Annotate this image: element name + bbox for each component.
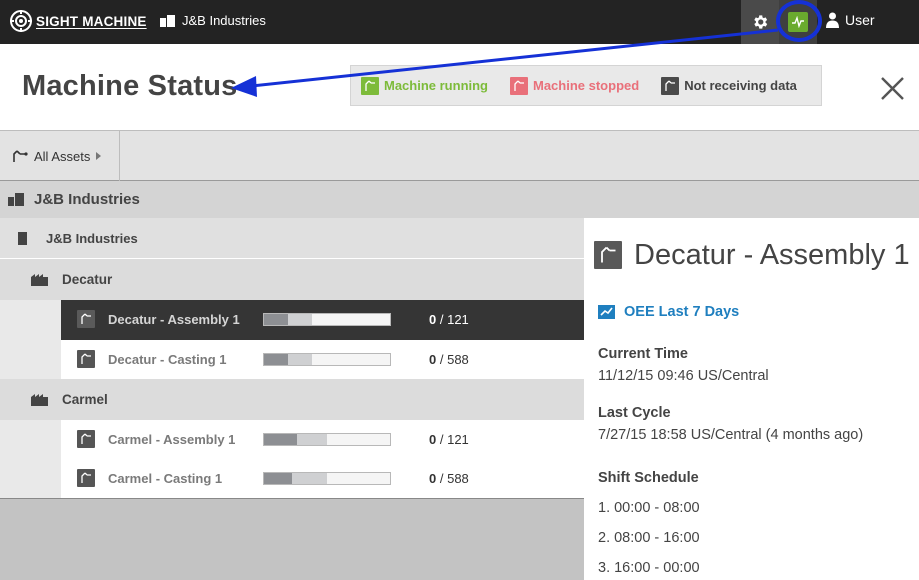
machine-row-carmel-assembly-1[interactable]: Carmel - Assembly 1 0 / 121 bbox=[61, 420, 584, 459]
machine-name: Decatur - Assembly 1 bbox=[108, 312, 240, 327]
machine-row-decatur-casting-1[interactable]: Decatur - Casting 1 0 / 588 bbox=[61, 340, 584, 379]
company-selector[interactable]: J&B Industries bbox=[160, 13, 266, 28]
machine-progress-bar bbox=[263, 433, 391, 446]
tree-enterprise[interactable]: J&B Industries bbox=[0, 181, 919, 218]
machine-count: 0 / 121 bbox=[429, 432, 469, 447]
machine-row-decatur-assembly-1[interactable]: Decatur - Assembly 1 0 / 121 bbox=[61, 300, 584, 340]
no-data-icon bbox=[661, 76, 680, 95]
area-name: Decatur bbox=[62, 272, 113, 287]
machine-name: Carmel - Assembly 1 bbox=[108, 432, 236, 447]
factory-icon bbox=[31, 273, 48, 286]
machine-count: 0 / 588 bbox=[429, 471, 469, 486]
company-name: J&B Industries bbox=[182, 13, 266, 28]
machine-progress-bar bbox=[263, 313, 391, 326]
legend-stopped-label: Machine stopped bbox=[533, 78, 640, 93]
robot-arm-icon bbox=[77, 430, 95, 448]
shift-schedule-label: Shift Schedule bbox=[598, 470, 699, 486]
area-name: Carmel bbox=[62, 392, 108, 407]
close-icon[interactable] bbox=[878, 73, 908, 103]
trend-chart-icon bbox=[598, 305, 615, 319]
count-value: 0 bbox=[429, 312, 437, 327]
progress-bar-dark bbox=[264, 473, 292, 484]
current-time-label: Current Time bbox=[598, 346, 688, 362]
gear-icon bbox=[754, 15, 768, 29]
count-total: / 121 bbox=[439, 312, 469, 327]
user-icon bbox=[826, 12, 839, 28]
shift-item: 2. 08:00 - 16:00 bbox=[598, 530, 700, 546]
progress-bar-light bbox=[296, 434, 327, 445]
user-name: User bbox=[845, 12, 875, 28]
count-total: / 588 bbox=[439, 352, 469, 367]
robot-arm-icon bbox=[77, 310, 95, 328]
count-value: 0 bbox=[429, 352, 437, 367]
robot-arm-icon bbox=[77, 350, 95, 368]
progress-bar-light bbox=[287, 354, 312, 365]
machine-count: 0 / 121 bbox=[429, 312, 469, 327]
count-total: / 121 bbox=[439, 432, 469, 447]
machine-name: Carmel - Casting 1 bbox=[108, 471, 223, 486]
progress-bar-dark bbox=[264, 314, 288, 325]
empty-area bbox=[0, 498, 584, 580]
page-title: Machine Status bbox=[22, 70, 238, 102]
settings-button[interactable] bbox=[741, 0, 779, 44]
legend-no-data-label: Not receiving data bbox=[684, 78, 797, 93]
robot-arm-icon bbox=[13, 150, 28, 162]
shift-item: 1. 00:00 - 08:00 bbox=[598, 500, 700, 516]
legend-no-data: Not receiving data bbox=[661, 76, 797, 95]
machine-progress-bar bbox=[263, 472, 391, 485]
machine-progress-bar bbox=[263, 353, 391, 366]
robot-arm-icon bbox=[77, 469, 95, 487]
logo-text: SIGHT MACHINE bbox=[36, 13, 147, 29]
count-value: 0 bbox=[429, 432, 437, 447]
legend-running-label: Machine running bbox=[384, 78, 488, 93]
machine-name: Decatur - Casting 1 bbox=[108, 352, 227, 367]
tree-indent bbox=[0, 420, 61, 498]
site-name: J&B Industries bbox=[46, 230, 138, 246]
machine-count: 0 / 588 bbox=[429, 352, 469, 367]
logo[interactable]: SIGHT MACHINE bbox=[9, 9, 147, 33]
machine-detail-panel: Decatur - Assembly 1 OEE Last 7 Days Cur… bbox=[584, 218, 919, 580]
progress-bar-light bbox=[287, 314, 312, 325]
oee-link-label: OEE Last 7 Days bbox=[624, 304, 740, 320]
progress-bar-light bbox=[291, 473, 327, 484]
machine-running-icon bbox=[361, 76, 379, 95]
robot-arm-icon bbox=[594, 241, 622, 269]
building-icon bbox=[8, 193, 24, 206]
count-total: / 588 bbox=[439, 471, 469, 486]
enterprise-name: J&B Industries bbox=[34, 191, 140, 208]
sight-machine-logo-icon bbox=[10, 10, 32, 32]
last-cycle-label: Last Cycle bbox=[598, 405, 671, 421]
legend-running: Machine running bbox=[361, 76, 488, 95]
count-value: 0 bbox=[429, 471, 437, 486]
tree-area-decatur[interactable]: Decatur bbox=[0, 259, 584, 300]
progress-bar-dark bbox=[264, 354, 288, 365]
breadcrumb-all-assets[interactable]: All Assets bbox=[0, 131, 120, 181]
machine-stopped-icon bbox=[510, 76, 528, 95]
caret-right-icon bbox=[96, 152, 102, 160]
legend-stopped: Machine stopped bbox=[510, 76, 640, 95]
tree-indent bbox=[0, 300, 61, 380]
annotation-highlight-ring bbox=[776, 0, 822, 42]
site-building-icon bbox=[18, 231, 27, 245]
progress-bar-dark bbox=[264, 434, 297, 445]
tree-area-carmel[interactable]: Carmel bbox=[0, 379, 584, 420]
status-legend: Machine running Machine stopped Not rece… bbox=[350, 65, 822, 106]
current-time-value: 11/12/15 09:46 US/Central bbox=[598, 368, 769, 384]
user-menu[interactable]: User bbox=[826, 12, 875, 28]
breadcrumb-label: All Assets bbox=[34, 148, 91, 164]
breadcrumb: All Assets bbox=[0, 130, 919, 181]
factory-icon bbox=[31, 393, 48, 406]
shift-item: 3. 16:00 - 00:00 bbox=[598, 560, 700, 576]
machine-row-carmel-casting-1[interactable]: Carmel - Casting 1 0 / 588 bbox=[61, 459, 584, 498]
tree-site[interactable]: J&B Industries bbox=[0, 218, 584, 259]
last-cycle-value: 7/27/15 18:58 US/Central (4 months ago) bbox=[598, 427, 864, 443]
oee-link[interactable]: OEE Last 7 Days bbox=[598, 304, 739, 320]
detail-title: Decatur - Assembly 1 bbox=[634, 239, 910, 271]
building-icon bbox=[160, 14, 175, 27]
